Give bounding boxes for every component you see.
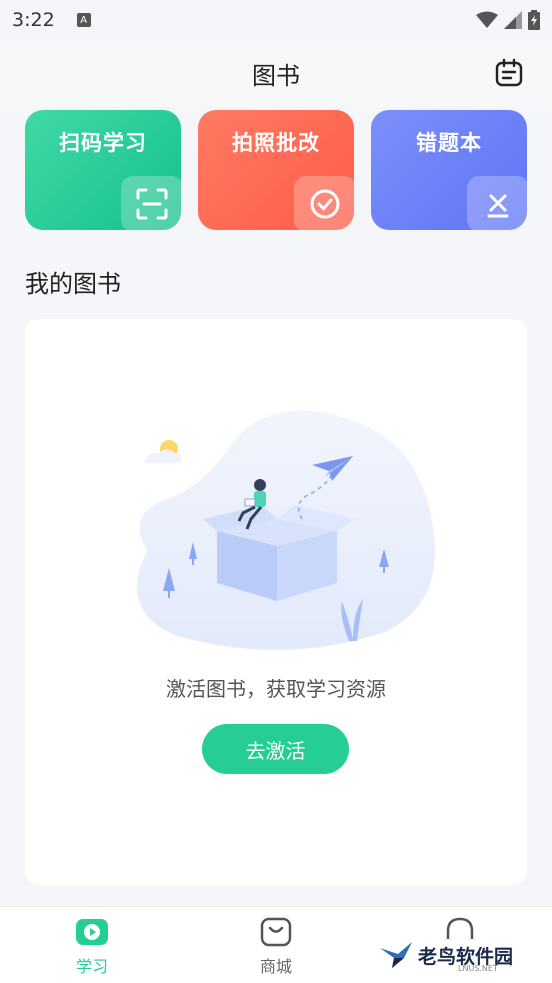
wrong-questions-label: 错题本 [416,131,482,155]
scan-study-label: 扫码学习 [59,131,147,155]
photo-correct-card[interactable]: 拍照批改 [198,110,354,230]
status-bar: 3:22 A [0,0,552,40]
books-empty-panel: 激活图书，获取学习资源 去激活 [25,319,527,885]
notification-icon: A [76,13,91,27]
tab-study-label: 学习 [75,957,108,976]
play-book-icon [76,919,108,945]
activate-button[interactable]: 去激活 [202,724,349,774]
signal-icon [504,11,522,29]
shop-bag-icon [260,917,292,947]
photo-correct-label: 拍照批改 [232,131,320,155]
wrong-questions-card[interactable]: 错题本 [371,110,527,230]
my-books-title: 我的图书 [25,270,121,298]
scan-study-card[interactable]: 扫码学习 [25,110,181,230]
top-header: 图书 [0,40,552,106]
activation-hint: 激活图书，获取学习资源 [166,677,386,701]
watermark: 老鸟软件园 LNUS.NET [378,940,513,973]
watermark-sub: LNUS.NET [458,964,498,973]
bird-logo-icon [380,942,412,968]
battery-icon [528,10,540,30]
tab-study[interactable]: 学习 [52,917,132,977]
calendar-icon[interactable] [494,58,524,88]
scan-icon [121,176,181,230]
tab-mall[interactable]: 商城 [236,917,316,977]
camera-check-icon [294,176,354,230]
empty-box-illustration [137,410,435,650]
tab-mall-label: 商城 [259,957,292,976]
page-title: 图书 [252,62,300,90]
status-time: 3:22 [12,9,55,31]
close-doc-icon [467,176,527,230]
wifi-icon [476,11,498,28]
feature-cards: 扫码学习 拍照批改 错题本 [25,110,527,230]
